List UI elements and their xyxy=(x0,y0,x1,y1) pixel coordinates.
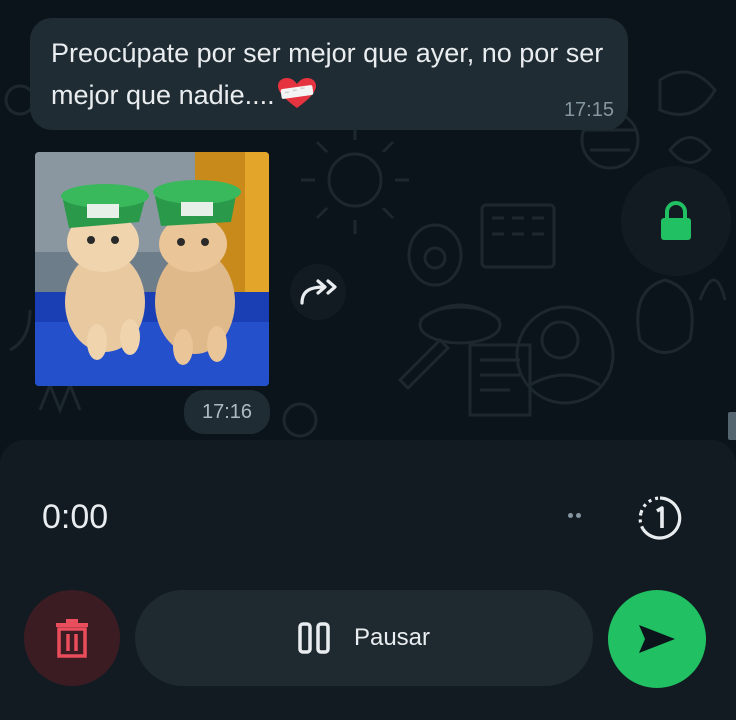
pause-recording-button[interactable]: Pausar xyxy=(135,590,593,686)
recording-timer: 0:00 xyxy=(42,498,109,536)
pause-label: Pausar xyxy=(353,624,431,651)
waveform-dot xyxy=(576,513,581,518)
send-button[interactable] xyxy=(608,590,706,688)
lock-recording-button[interactable] xyxy=(621,166,731,276)
media-time: 17:16 xyxy=(201,401,253,423)
message-time: 17:15 xyxy=(563,99,614,121)
voice-recorder-panel: 0:00 Pausar xyxy=(0,440,736,720)
waveform-dot xyxy=(568,513,573,518)
kittens-image xyxy=(35,152,269,386)
delete-recording-button[interactable] xyxy=(24,590,120,686)
forward-button[interactable] xyxy=(290,264,346,320)
scrollbar-thumb[interactable] xyxy=(728,412,736,440)
media-image[interactable] xyxy=(35,152,269,386)
trash-icon xyxy=(56,619,88,658)
send-icon xyxy=(639,625,675,653)
media-time-pill: 17:16 xyxy=(184,390,270,434)
forward-icon xyxy=(300,279,337,305)
lock-icon xyxy=(661,201,691,240)
heart-with-bandage-icon xyxy=(277,78,316,108)
waveform-indicator xyxy=(568,513,582,519)
view-once-icon xyxy=(638,496,682,540)
message-text: Preocúpate por ser mejor que ayer, no po… xyxy=(51,38,604,110)
message-text-wrap: Preocúpate por ser mejor que ayer, no po… xyxy=(51,32,621,116)
view-once-button[interactable] xyxy=(636,494,684,542)
pause-icon xyxy=(298,622,330,654)
message-bubble[interactable]: Preocúpate por ser mejor que ayer, no po… xyxy=(30,18,628,130)
